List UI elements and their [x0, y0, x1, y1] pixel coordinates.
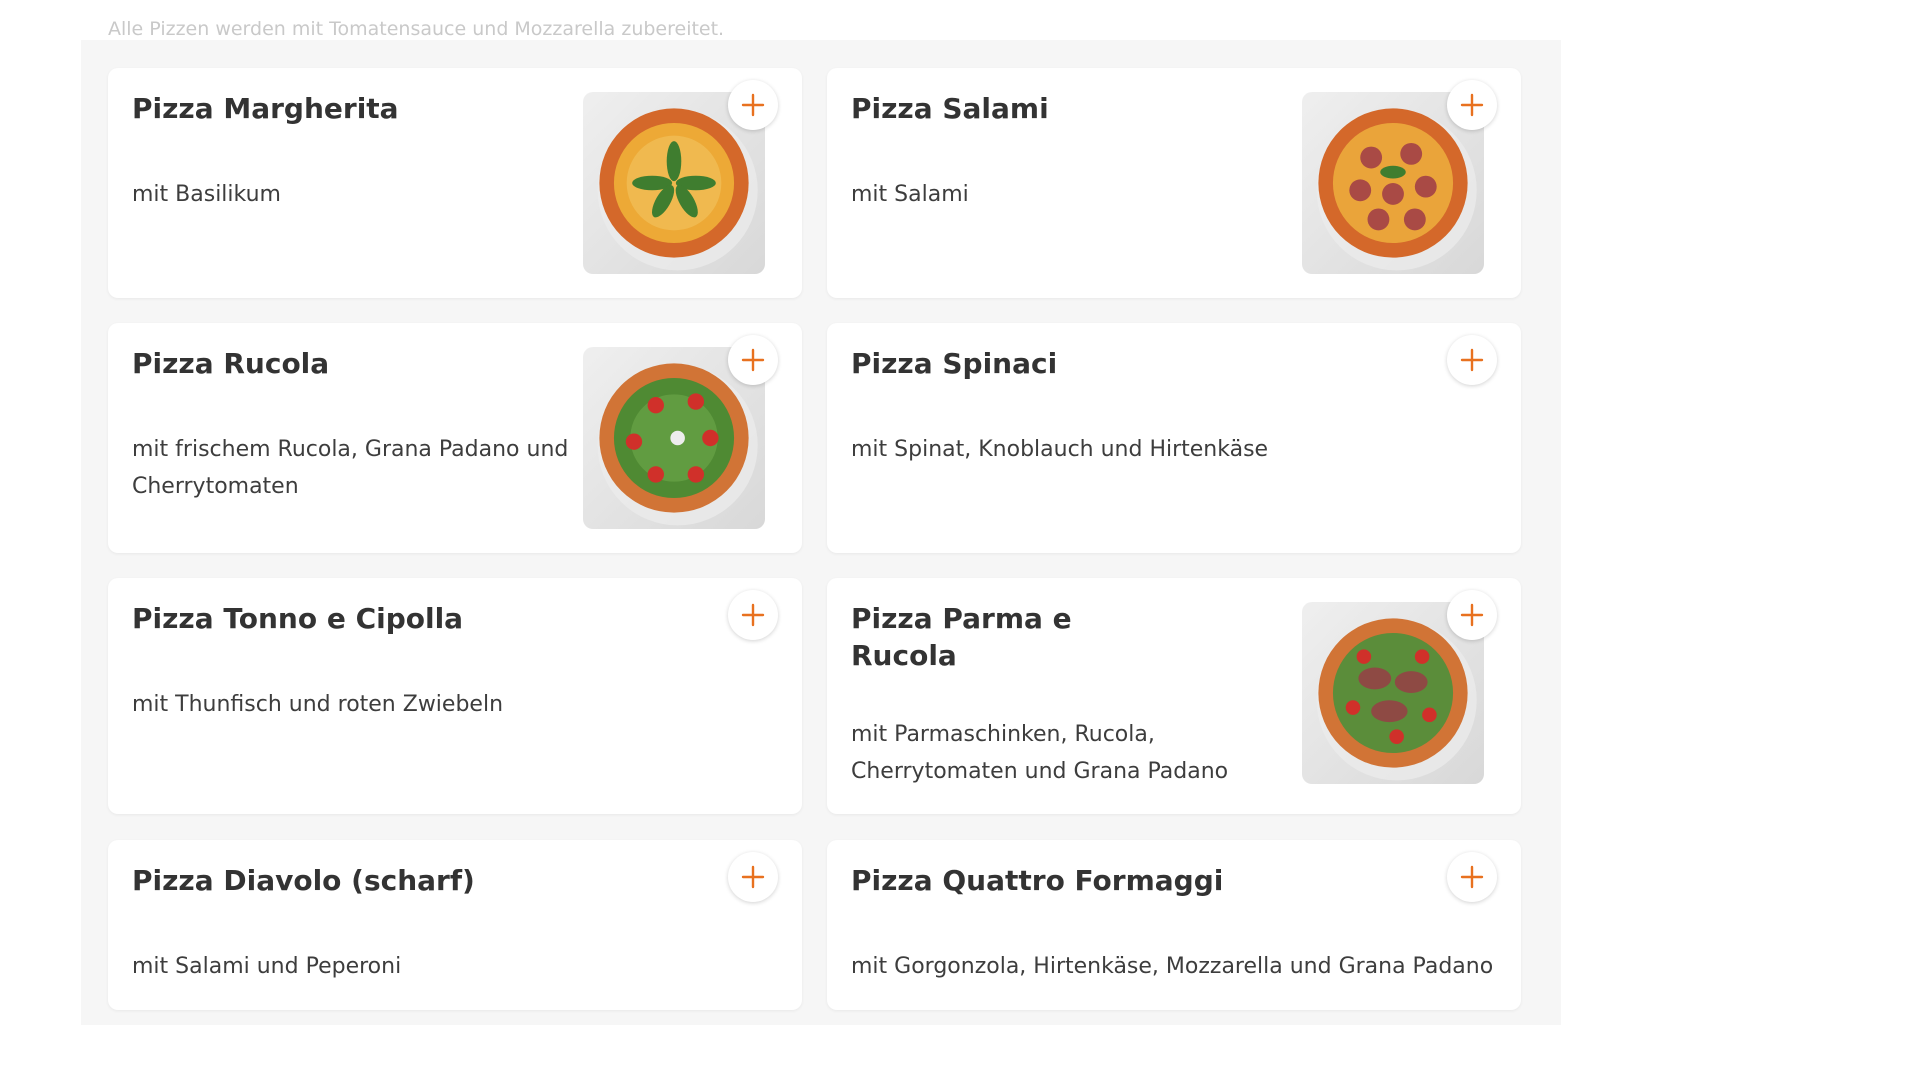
add-to-cart-button[interactable] — [728, 852, 778, 902]
plus-icon — [741, 603, 765, 627]
menu-item-description: mit frischem Rucola, Grana Padano und Ch… — [132, 437, 569, 499]
add-to-cart-button[interactable] — [728, 80, 778, 130]
add-to-cart-button[interactable] — [1447, 852, 1497, 902]
add-to-cart-button[interactable] — [728, 590, 778, 640]
plus-icon — [1460, 865, 1484, 889]
menu-item-description: mit Spinat, Knoblauch und Hirtenkäse — [851, 437, 1269, 462]
menu-intro-note: Alle Pizzen werden mit Tomatensauce und … — [108, 18, 725, 40]
menu-item-description: mit Basilikum — [132, 182, 281, 207]
plus-icon — [741, 93, 765, 117]
menu-item-title: Pizza Rucola — [132, 347, 330, 380]
menu-item-title: Pizza Spinaci — [851, 347, 1058, 380]
menu-item-title: Pizza Parma e Rucola — [851, 602, 1072, 672]
menu-item-title: Pizza Quattro Formaggi — [851, 864, 1224, 897]
plus-icon — [741, 865, 765, 889]
plus-icon — [1460, 603, 1484, 627]
plus-icon — [1460, 348, 1484, 372]
menu-item-card[interactable]: Pizza Tonno e Cipolla mit Thunfisch und … — [108, 578, 802, 814]
menu-item-title: Pizza Salami — [851, 92, 1049, 125]
plus-icon — [1460, 93, 1484, 117]
menu-item-card[interactable]: Pizza Spinaci mit Spinat, Knoblauch und … — [827, 323, 1521, 553]
menu-item-title: Pizza Margherita — [132, 92, 399, 125]
menu-item-card[interactable]: Pizza Rucola mit frischem Rucola, Grana … — [108, 323, 802, 553]
plus-icon — [741, 348, 765, 372]
add-to-cart-button[interactable] — [728, 335, 778, 385]
menu-item-description: mit Gorgonzola, Hirtenkäse, Mozzarella u… — [851, 954, 1494, 979]
menu-item-card[interactable]: Pizza Salami mit Salami — [827, 68, 1521, 298]
menu-item-description: mit Thunfisch und roten Zwiebeln — [132, 692, 504, 717]
add-to-cart-button[interactable] — [1447, 80, 1497, 130]
menu-panel: Alle Pizzen werden mit Tomatensauce und … — [81, 18, 1561, 1025]
menu-item-description: mit Parmaschinken, Rucola, Cherrytomaten… — [851, 722, 1229, 784]
menu-item-card[interactable]: Pizza Diavolo (scharf) mit Salami und Pe… — [108, 840, 802, 1010]
menu-item-card[interactable]: Pizza Margherita mit Basilikum — [108, 68, 802, 298]
menu-item-description: mit Salami — [851, 182, 969, 207]
menu-item-title: Pizza Tonno e Cipolla — [132, 602, 464, 635]
add-to-cart-button[interactable] — [1447, 335, 1497, 385]
add-to-cart-button[interactable] — [1447, 590, 1497, 640]
menu-item-title: Pizza Diavolo (scharf) — [132, 864, 475, 897]
menu-item-description: mit Salami und Peperoni — [132, 954, 402, 979]
menu-item-card[interactable]: Pizza Parma e Rucola mit Parmaschinken, … — [827, 578, 1521, 814]
menu-item-card[interactable]: Pizza Quattro Formaggi mit Gorgonzola, H… — [827, 840, 1521, 1010]
